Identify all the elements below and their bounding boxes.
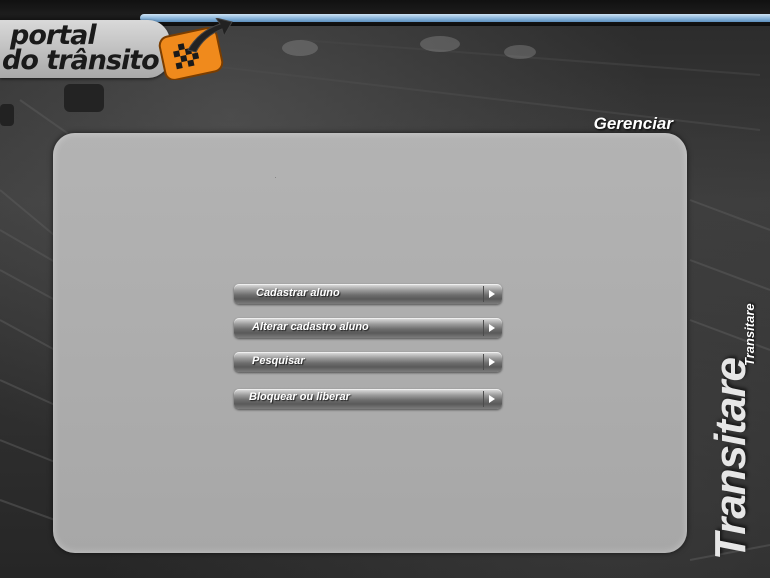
checkered-arrow-badge-icon xyxy=(158,18,233,80)
brand-vertical-large: Transitare xyxy=(706,358,755,560)
edit-student-button[interactable]: Alterar cadastro aluno xyxy=(234,318,502,338)
play-arrow-icon xyxy=(483,391,498,407)
block-or-release-label: Bloquear ou liberar xyxy=(249,391,350,403)
search-label: Pesquisar xyxy=(252,355,305,367)
block-or-release-button[interactable]: Bloquear ou liberar xyxy=(234,389,502,409)
play-arrow-icon xyxy=(483,320,498,336)
search-button[interactable]: Pesquisar xyxy=(234,352,502,372)
play-arrow-icon xyxy=(483,286,498,302)
main-panel xyxy=(53,133,687,553)
logo-line2: do trânsito xyxy=(2,45,160,76)
section-title: Gerenciar xyxy=(593,114,673,133)
register-student-label: Cadastrar aluno xyxy=(256,287,340,299)
brand-vertical-small: Transitare xyxy=(742,303,757,366)
portal-do-transito-logo[interactable]: portal do trânsito xyxy=(0,14,240,80)
panel-artifact xyxy=(275,177,276,178)
play-arrow-icon xyxy=(483,354,498,370)
edit-student-label: Alterar cadastro aluno xyxy=(252,321,369,333)
register-student-button[interactable]: Cadastrar aluno xyxy=(234,284,502,304)
page: portal do trânsito Gerenciar Cadastrar a… xyxy=(0,0,770,578)
